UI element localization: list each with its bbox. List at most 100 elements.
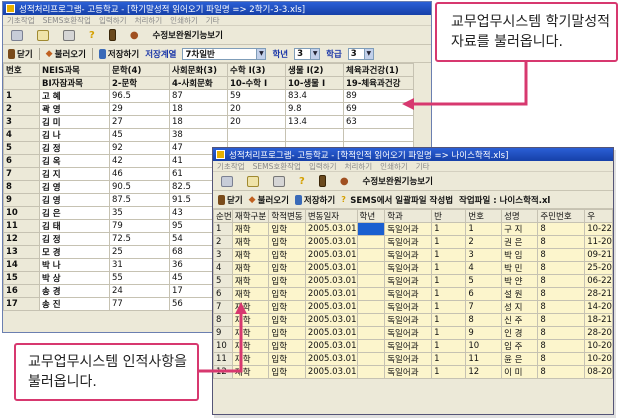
table-cell[interactable]: 1	[465, 222, 503, 236]
table-cell[interactable]: 재학	[231, 300, 270, 314]
table-cell[interactable]: 1	[431, 235, 467, 249]
table-cell[interactable]: 순번	[213, 209, 233, 223]
table-cell[interactable]: 8	[537, 365, 586, 379]
table-cell[interactable]: 재학	[231, 248, 270, 262]
record-window-titlebar[interactable]: 성적처리프로그램- 고등학교 - [학적인적 읽어오기 파일명 => 나이스학적…	[213, 148, 613, 161]
table-cell[interactable]: 번호	[465, 209, 503, 223]
table-cell[interactable]	[356, 300, 386, 314]
table-cell[interactable]: 87	[169, 89, 228, 103]
table-cell[interactable]	[356, 339, 386, 353]
table-cell[interactable]: 이 미	[501, 365, 539, 379]
table-cell[interactable]: 박 민	[501, 261, 539, 275]
table-cell[interactable]: 입학	[268, 339, 306, 353]
table-cell[interactable]: 15	[3, 271, 40, 285]
grade-window-titlebar[interactable]: 성적처리프로그램- 고등학교 - [학기말성적 읽어오기 파일명 => 2학기-…	[3, 2, 431, 15]
table-cell[interactable]: 4	[3, 128, 40, 142]
table-cell[interactable]: 16	[3, 284, 40, 298]
table-subheader-row[interactable]: BI자잠과목 2-문학 4-사회문화 10-수학 I 10-생물 I 19-체육과건강	[3, 76, 414, 90]
table-cell[interactable]: 87.5	[109, 193, 170, 207]
table-cell[interactable]: 10-20	[584, 339, 613, 353]
table-header-row[interactable]: 번호 NEIS과목 문학(4) 사회문화(3) 수학 I(3) 생물 I(2) 체육과건강(…	[3, 63, 414, 77]
table-cell[interactable]	[343, 128, 414, 142]
table-cell[interactable]: 20	[227, 102, 286, 116]
table-cell[interactable]: 김 영	[39, 180, 110, 194]
table-cell[interactable]	[356, 274, 386, 288]
table-cell[interactable]: 5	[465, 274, 503, 288]
save-track-select[interactable]: 7차일반 ▼	[182, 47, 267, 60]
table-cell[interactable]: 25	[109, 245, 170, 259]
table-cell[interactable]: 2005.03.01	[304, 274, 358, 288]
table-cell[interactable]: 김 미	[39, 115, 110, 129]
table-cell[interactable]: 4	[465, 261, 503, 275]
table-cell[interactable]: 2	[465, 235, 503, 249]
load-button[interactable]: ◆ 불러오기	[249, 194, 289, 206]
table-cell[interactable]: 입학	[268, 352, 306, 366]
table-cell[interactable]: 입학	[268, 222, 306, 236]
table-cell[interactable]: 4-사회문화	[169, 76, 228, 90]
table-cell[interactable]: BI자잠과목	[39, 76, 110, 90]
table-cell[interactable]: 6	[213, 287, 233, 301]
table-cell[interactable]: 입학	[268, 248, 306, 262]
table-cell[interactable]: 재학	[231, 287, 270, 301]
table-cell[interactable]: 11	[3, 219, 40, 233]
table-cell[interactable]: 79	[109, 219, 170, 233]
table-cell[interactable]: 반	[431, 209, 467, 223]
table-row[interactable]: 5 재학 입학 2005.03.01 독일어과 1 5 박 얀 8 06-22	[213, 274, 613, 288]
table-cell[interactable]: 독일어과	[384, 235, 433, 249]
table-cell[interactable]: 9	[3, 193, 40, 207]
table-cell[interactable]: 학적변동	[268, 209, 306, 223]
table-cell[interactable]: 송 경	[39, 284, 110, 298]
table-cell[interactable]: 8	[537, 235, 586, 249]
table-row[interactable]: 11 재학 입학 2005.03.01 독일어과 1 11 윤 은 8 10-20	[213, 352, 613, 366]
table-cell[interactable]	[356, 248, 386, 262]
table-cell[interactable]: 2005.03.01	[304, 313, 358, 327]
table-cell[interactable]: 재학	[231, 352, 270, 366]
close-button[interactable]: 닫기	[218, 194, 243, 206]
table-row[interactable]: 3김 미 27 18 20 13.4 63	[3, 115, 414, 129]
table-cell[interactable]: 25-20	[584, 261, 613, 275]
table-cell[interactable]	[285, 128, 344, 142]
table-cell[interactable]: 설 원	[501, 287, 539, 301]
table-cell[interactable]: 06-22	[584, 274, 613, 288]
table-cell[interactable]: 10	[3, 206, 40, 220]
table-cell[interactable]: 28-20	[584, 326, 613, 340]
table-cell[interactable]: 학과	[384, 209, 433, 223]
table-cell[interactable]: 8	[537, 274, 586, 288]
table-cell[interactable]: 우	[584, 209, 613, 223]
table-cell[interactable]: 김 은	[39, 206, 110, 220]
table-cell[interactable]: 17	[3, 297, 40, 311]
menu-item-process[interactable]: 처리하기	[135, 15, 163, 26]
table-cell[interactable]: 2	[3, 102, 40, 116]
exit-door-icon[interactable]	[318, 175, 326, 187]
table-cell[interactable]: 55	[109, 271, 170, 285]
table-cell[interactable]: 24	[109, 284, 170, 298]
table-cell[interactable]: 3	[213, 248, 233, 262]
table-row[interactable]: 6 재학 입학 2005.03.01 독일어과 1 6 설 원 8 28-21	[213, 287, 613, 301]
table-cell[interactable]: 박 얀	[501, 274, 539, 288]
table-cell[interactable]: 1	[3, 89, 40, 103]
table-cell[interactable]: 변동일자	[304, 209, 358, 223]
table-cell[interactable]: 2005.03.01	[304, 261, 358, 275]
table-cell[interactable]: 독일어과	[384, 352, 433, 366]
table-row[interactable]: 3 재학 입학 2005.03.01 독일어과 1 3 박 임 8 09-21	[213, 248, 613, 262]
table-row[interactable]: 2곽 영 29 18 20 9.8 69	[3, 102, 414, 116]
help-icon[interactable]: ?	[89, 30, 95, 41]
table-row[interactable]: 9 재학 입학 2005.03.01 독일어과 1 9 인 경 8 28-20	[213, 326, 613, 340]
table-cell[interactable]: 8	[537, 352, 586, 366]
table-cell[interactable]: 77	[109, 297, 170, 311]
table-cell[interactable]: 번호	[3, 63, 40, 77]
table-cell[interactable]: 4	[213, 261, 233, 275]
sems-guide-button[interactable]: ? SEMS에서 일괄파일 작성법	[341, 194, 453, 206]
table-cell[interactable]: NEIS과목	[39, 63, 110, 77]
table-cell[interactable]: 96.5	[109, 89, 170, 103]
class-select[interactable]: 3 ▼	[347, 47, 374, 60]
table-cell[interactable]: 8	[537, 339, 586, 353]
table-cell[interactable]: 1	[213, 222, 233, 236]
table-cell[interactable]: 8	[465, 313, 503, 327]
table-cell[interactable]	[356, 222, 386, 236]
table-cell[interactable]: 6	[3, 154, 40, 168]
table-cell[interactable]: 사회문화(3)	[169, 63, 228, 77]
table-cell[interactable]: 주민번호	[537, 209, 586, 223]
table-cell[interactable]: 재학	[231, 313, 270, 327]
table-cell[interactable]: 송 진	[39, 297, 110, 311]
